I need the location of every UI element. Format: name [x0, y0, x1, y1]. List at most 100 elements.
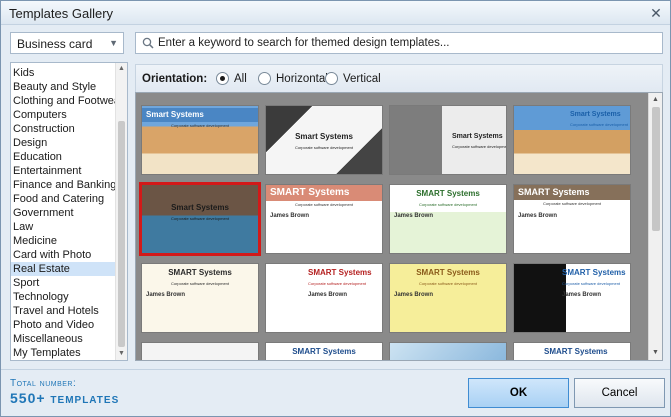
category-type-dropdown[interactable]: Business card ▼: [10, 32, 124, 54]
template-card[interactable]: SMART Systems Corporate software developm…: [513, 184, 631, 254]
category-item[interactable]: Construction: [11, 122, 115, 136]
template-card[interactable]: SMART Systems Corporate software developm…: [389, 184, 507, 254]
radio-vertical[interactable]: [325, 72, 338, 85]
search-icon: [142, 37, 154, 49]
category-item[interactable]: Beauty and Style: [11, 80, 115, 94]
template-card[interactable]: SMART Systems Corporate software developm…: [389, 263, 507, 333]
category-item[interactable]: Clothing and Footwear: [11, 94, 124, 108]
template-company-name: SMART Systems: [514, 185, 630, 200]
category-item[interactable]: Travel and Hotels: [11, 304, 115, 318]
template-tagline: Corporate software development: [570, 122, 629, 127]
template-card[interactable]: SMART Systems Corporate software developm…: [265, 263, 383, 333]
category-type-value: Business card: [17, 37, 93, 51]
template-company-name: SMART Systems: [168, 268, 232, 277]
search-box: [135, 32, 663, 54]
template-tagline: Corporate software development: [170, 216, 230, 221]
footer: Total number: 550+ templates OK Cancel: [1, 369, 670, 416]
category-item[interactable]: Kids: [11, 66, 115, 80]
category-item[interactable]: Sport: [11, 276, 115, 290]
template-company-name: Smart Systems: [171, 203, 229, 212]
category-item[interactable]: Medicine: [11, 234, 115, 248]
category-item[interactable]: Food and Catering: [11, 192, 115, 206]
category-item[interactable]: Photo and Video: [11, 318, 115, 332]
orientation-filter: Orientation: All Horizontal Vertical: [135, 64, 663, 92]
window-title: Templates Gallery: [9, 6, 114, 21]
radio-horizontal[interactable]: [258, 72, 271, 85]
template-person-name: James Brown: [562, 292, 602, 298]
cancel-button[interactable]: Cancel: [574, 378, 665, 408]
template-tagline: Corporate software development: [294, 202, 354, 207]
category-item[interactable]: My Templates: [11, 346, 115, 360]
gallery-scrollbar[interactable]: ▲ ▼: [648, 93, 662, 360]
template-person-name: James Brown: [270, 213, 310, 219]
category-item[interactable]: Card with Photo: [11, 248, 115, 262]
template-company-name: Smart Systems: [570, 111, 621, 118]
template-tagline: Corporate software development: [294, 145, 354, 150]
template-company-name: SMART Systems: [292, 347, 356, 356]
scroll-thumb[interactable]: [118, 121, 125, 347]
category-items: Kids Beauty and Style Clothing and Footwea…: [11, 66, 124, 360]
scroll-up-icon[interactable]: ▲: [649, 94, 662, 106]
template-card[interactable]: SMART Systems: [265, 342, 383, 360]
category-item[interactable]: Design: [11, 136, 115, 150]
template-tagline: Corporate software development: [308, 281, 367, 286]
template-company-name: SMART Systems: [416, 189, 480, 198]
category-item[interactable]: Technology: [11, 290, 115, 304]
scroll-thumb[interactable]: [652, 107, 660, 231]
search-input[interactable]: [158, 35, 658, 51]
template-tagline: Corporate software development: [418, 281, 478, 286]
category-scrollbar[interactable]: ▲ ▼: [115, 63, 127, 360]
template-tagline: Corporate software development: [452, 144, 507, 149]
scroll-down-icon[interactable]: ▼: [116, 348, 127, 360]
radio-vertical-label[interactable]: Vertical: [343, 73, 381, 85]
scroll-down-icon[interactable]: ▼: [649, 347, 662, 359]
chevron-down-icon: ▼: [109, 38, 118, 48]
radio-all[interactable]: [216, 72, 229, 85]
category-item[interactable]: Law: [11, 220, 115, 234]
category-list: Kids Beauty and Style Clothing and Footwea…: [10, 62, 128, 361]
template-company-name: SMART Systems: [416, 268, 480, 277]
total-number-value: 550+ templates: [10, 390, 120, 406]
title-bar: Templates Gallery ✕: [1, 1, 670, 25]
template-tagline: Corporate software development: [170, 123, 230, 128]
template-company-name: SMART Systems: [308, 268, 372, 277]
template-company-name: SMART Systems: [562, 268, 626, 277]
scroll-up-icon[interactable]: ▲: [116, 63, 127, 75]
template-company-name: SMART Systems: [266, 185, 382, 201]
template-card[interactable]: Smart Systems Corporate software developm…: [141, 105, 259, 175]
category-item[interactable]: Entertainment: [11, 164, 115, 178]
orientation-label: Orientation:: [142, 73, 208, 85]
template-person-name: James Brown: [394, 213, 434, 219]
template-tagline: Corporate software development: [418, 202, 478, 207]
radio-all-label[interactable]: All: [234, 73, 247, 85]
template-person-name: James Brown: [394, 292, 434, 298]
template-card[interactable]: Smart Systems Corporate software developm…: [139, 182, 261, 256]
template-card[interactable]: SMART Systems Corporate software developm…: [265, 184, 383, 254]
ok-button[interactable]: OK: [468, 378, 569, 408]
template-card[interactable]: SMART Systems Corporate software developm…: [141, 263, 259, 333]
template-card[interactable]: SMART Systems: [513, 342, 631, 360]
category-item[interactable]: Education: [11, 150, 115, 164]
radio-horizontal-label[interactable]: Horizontal: [276, 73, 328, 85]
category-item[interactable]: Miscellaneous: [11, 332, 115, 346]
category-item[interactable]: Computers: [11, 108, 115, 122]
template-card[interactable]: Smart Systems Corporate software developm…: [265, 105, 383, 175]
template-gallery: Smart Systems Corporate software developm…: [135, 92, 663, 361]
template-person-name: James Brown: [308, 292, 348, 298]
category-item[interactable]: Finance and Banking: [11, 178, 116, 192]
templates-gallery-window: Templates Gallery ✕ Business card ▼ Kids…: [0, 0, 671, 417]
close-icon[interactable]: ✕: [648, 5, 664, 21]
template-card[interactable]: SMART Systems Corporate software developm…: [513, 263, 631, 333]
category-item[interactable]: Government: [11, 206, 115, 220]
template-company-name: Smart Systems: [295, 132, 353, 141]
template-company-name: Smart Systems: [142, 108, 258, 122]
template-company-name: Smart Systems: [452, 133, 503, 140]
template-card[interactable]: Smart Systems Corporate software developm…: [513, 105, 631, 175]
template-card[interactable]: [389, 342, 507, 360]
template-company-name: SMART Systems: [544, 347, 608, 356]
template-tagline: Corporate software development: [562, 281, 621, 286]
template-card[interactable]: Smart Systems Corporate software developm…: [389, 105, 507, 175]
template-person-name: James Brown: [146, 292, 186, 298]
template-card[interactable]: [141, 342, 259, 360]
category-item[interactable]: Real Estate: [11, 262, 115, 276]
